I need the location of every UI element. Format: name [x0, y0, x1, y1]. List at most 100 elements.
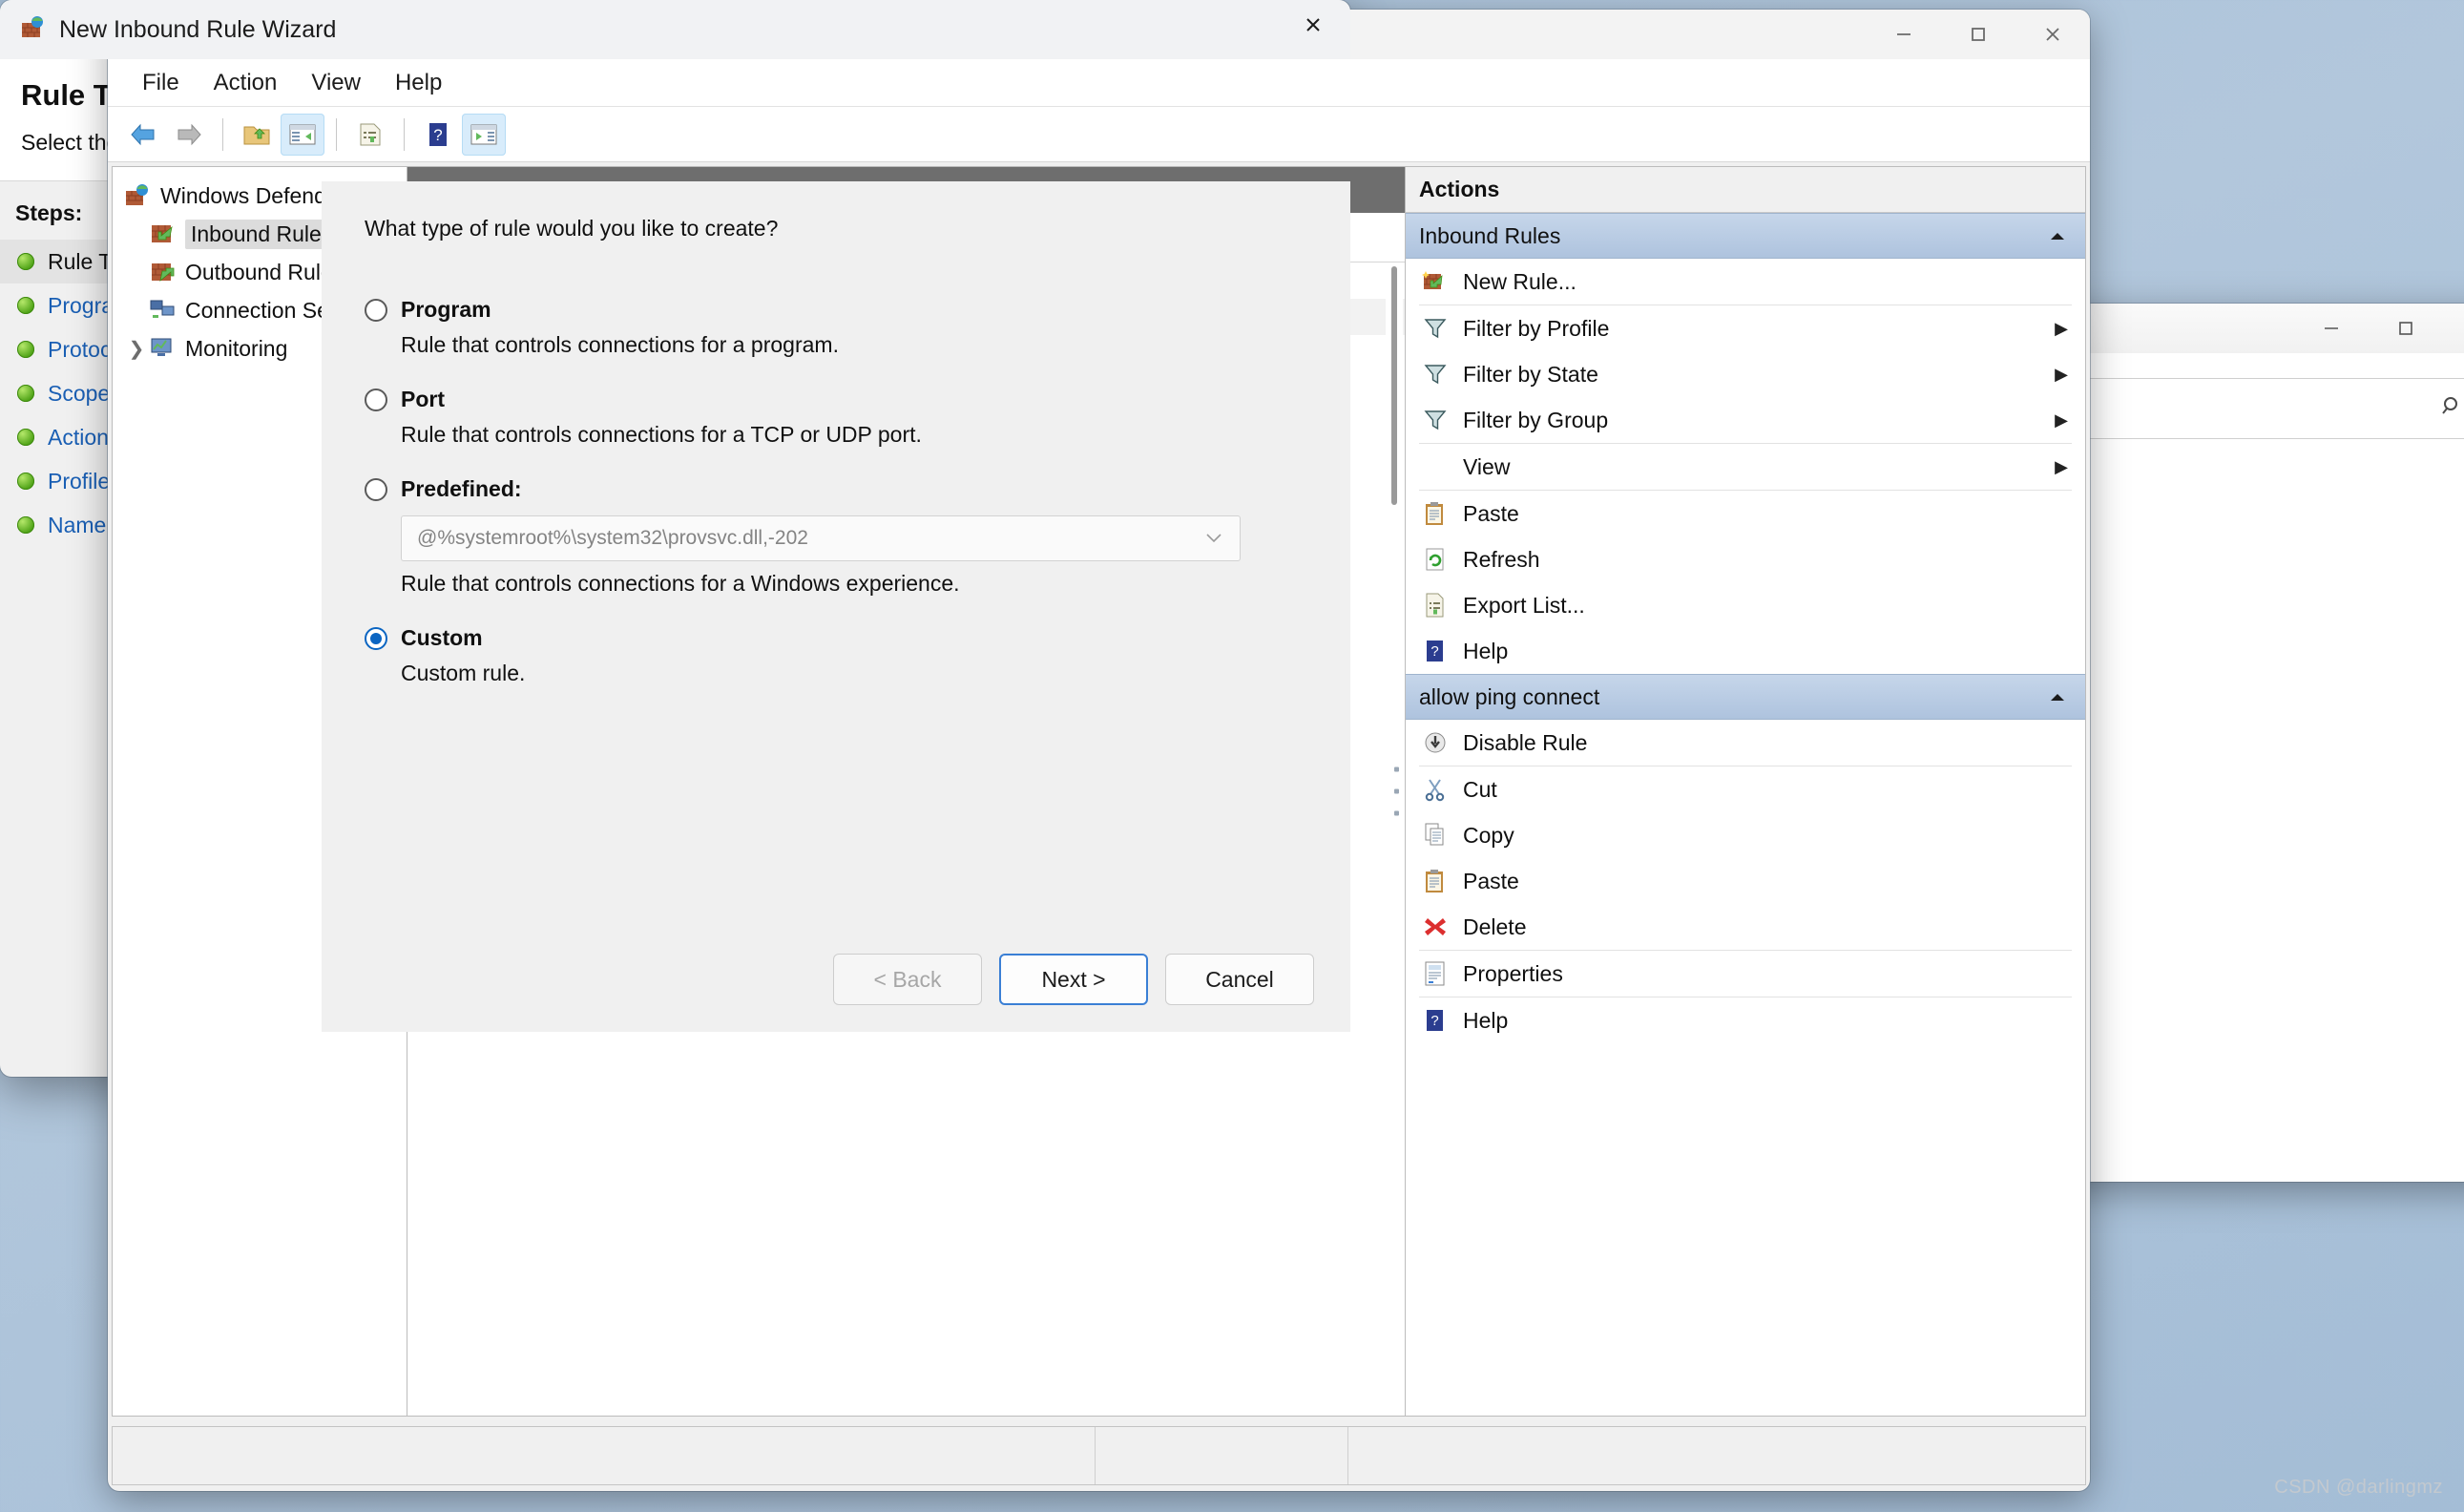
action-disable-rule[interactable]: Disable Rule [1406, 720, 2085, 766]
menu-view[interactable]: View [294, 64, 378, 102]
copy-icon [1421, 821, 1450, 850]
firewall-icon [19, 14, 46, 46]
rule-type-option-program[interactable]: Program Rule that controls connections f… [365, 297, 1312, 358]
none-icon [1421, 452, 1450, 481]
action-help[interactable]: ? Help [1406, 998, 2085, 1043]
action-paste[interactable]: Paste [1406, 858, 2085, 904]
action-filter-by-group[interactable]: Filter by Group ▶ [1406, 397, 2085, 443]
chevron-right-icon: ▶ [2055, 318, 2068, 338]
option-description: Rule that controls connections for a TCP… [401, 422, 922, 447]
option-label: Port [401, 387, 445, 411]
action-delete[interactable]: Delete [1406, 904, 2085, 950]
toolbar-separator [222, 117, 223, 151]
help-icon[interactable]: ? [416, 114, 460, 156]
pane-splitter-handle[interactable] [1394, 750, 1399, 833]
action-label: Paste [1463, 500, 1519, 526]
action-filter-by-state[interactable]: Filter by State ▶ [1406, 351, 2085, 397]
option-description: Rule that controls connections for a pro… [401, 332, 839, 357]
action-paste[interactable]: Paste [1406, 491, 2085, 536]
action-view[interactable]: View ▶ [1406, 444, 2085, 490]
rule-type-option-custom[interactable]: Custom Custom rule. [365, 625, 1312, 686]
step-bullet-icon [17, 253, 34, 270]
action-copy[interactable]: Copy [1406, 812, 2085, 858]
filter-icon [1421, 406, 1450, 434]
back-button[interactable]: < Back [833, 954, 982, 1005]
cancel-button[interactable]: Cancel [1165, 954, 1314, 1005]
option-label: Custom [401, 625, 483, 650]
action-label: Help [1463, 1007, 1509, 1033]
menu-help[interactable]: Help [378, 64, 459, 102]
minimize-icon[interactable] [2294, 304, 2369, 353]
action-cut[interactable]: Cut [1406, 766, 2085, 812]
svg-text:?: ? [1430, 643, 1438, 660]
sidebar-item-label: Outbound Rules [185, 259, 345, 284]
action-help[interactable]: ? Help [1406, 628, 2085, 674]
cut-icon [1421, 775, 1450, 804]
rule-type-option-port[interactable]: Port Rule that controls connections for … [365, 387, 1312, 448]
close-icon[interactable] [2443, 304, 2464, 353]
action-export-list[interactable]: Export List... [1406, 582, 2085, 628]
action-label: Filter by State [1463, 361, 1598, 387]
radio-custom[interactable] [365, 626, 387, 650]
step-label: Action [48, 424, 109, 450]
action-label: Filter by Group [1463, 407, 1609, 432]
back-icon[interactable] [121, 114, 165, 156]
close-icon[interactable] [2015, 10, 2090, 59]
action-label: Filter by Profile [1463, 315, 1610, 341]
status-segment [1096, 1427, 1348, 1484]
actions-group-header-allow-ping-connect[interactable]: allow ping connect [1406, 674, 2085, 720]
predefined-rule-select[interactable]: @%systemroot%\system32\provsvc.dll,-202 [401, 515, 1241, 561]
wizard-question: What type of rule would you like to crea… [365, 216, 779, 241]
up-folder-icon[interactable] [235, 114, 279, 156]
chevron-up-icon[interactable] [2047, 223, 2068, 249]
rule-type-option-predefined[interactable]: Predefined: @%systemroot%\system32\provs… [365, 476, 1312, 597]
action-label: Properties [1463, 960, 1563, 986]
action-refresh[interactable]: Refresh [1406, 536, 2085, 582]
action-label: Paste [1463, 868, 1519, 893]
forward-icon[interactable] [167, 114, 211, 156]
action-label: Cut [1463, 776, 1497, 802]
option-label: Program [401, 297, 491, 322]
close-icon[interactable] [1276, 0, 1350, 50]
chevron-right-icon: ▶ [2055, 456, 2068, 476]
radio-program[interactable] [365, 298, 387, 322]
maximize-icon[interactable] [2369, 304, 2443, 353]
watermark: CSDN @darlingmz [2274, 1477, 2443, 1498]
inbound-rules-icon [149, 221, 177, 246]
chevron-up-icon[interactable] [2047, 684, 2068, 710]
chevron-right-icon[interactable]: ❯ [124, 337, 149, 361]
scrollbar-thumb[interactable] [1391, 266, 1397, 505]
toolbar-separator [404, 117, 405, 151]
action-new-rule[interactable]: New Rule... [1406, 259, 2085, 304]
list-vertical-scrollbar[interactable] [1386, 262, 1403, 1412]
option-label: Predefined: [401, 476, 522, 501]
minimize-icon[interactable] [1867, 10, 1941, 59]
maximize-icon[interactable] [1941, 10, 2015, 59]
export-list-icon[interactable] [348, 114, 392, 156]
step-bullet-icon [17, 297, 34, 314]
help-icon: ? [1421, 1006, 1450, 1035]
status-segment [113, 1427, 1096, 1484]
svg-text:?: ? [433, 126, 442, 144]
status-bar [112, 1426, 2086, 1485]
chevron-down-icon [1203, 527, 1224, 550]
next-button[interactable]: Next > [999, 954, 1148, 1005]
delete-icon [1421, 913, 1450, 941]
monitoring-icon [149, 336, 177, 361]
actions-group-header-inbound-rules[interactable]: Inbound Rules [1406, 213, 2085, 259]
filter-icon [1421, 360, 1450, 388]
radio-port[interactable] [365, 388, 387, 411]
menu-file[interactable]: File [125, 64, 197, 102]
action-filter-by-profile[interactable]: Filter by Profile ▶ [1406, 305, 2085, 351]
action-label: Delete [1463, 914, 1527, 939]
paste-icon [1421, 867, 1450, 895]
menu-action[interactable]: Action [197, 64, 295, 102]
show-hide-action-pane-icon[interactable] [462, 113, 506, 156]
radio-predefined[interactable] [365, 477, 387, 501]
step-bullet-icon [17, 516, 34, 534]
show-hide-console-tree-icon[interactable] [281, 113, 324, 156]
action-label: New Rule... [1463, 268, 1577, 294]
action-properties[interactable]: Properties [1406, 951, 2085, 997]
paste-icon [1421, 499, 1450, 528]
action-label: View [1463, 453, 1511, 479]
